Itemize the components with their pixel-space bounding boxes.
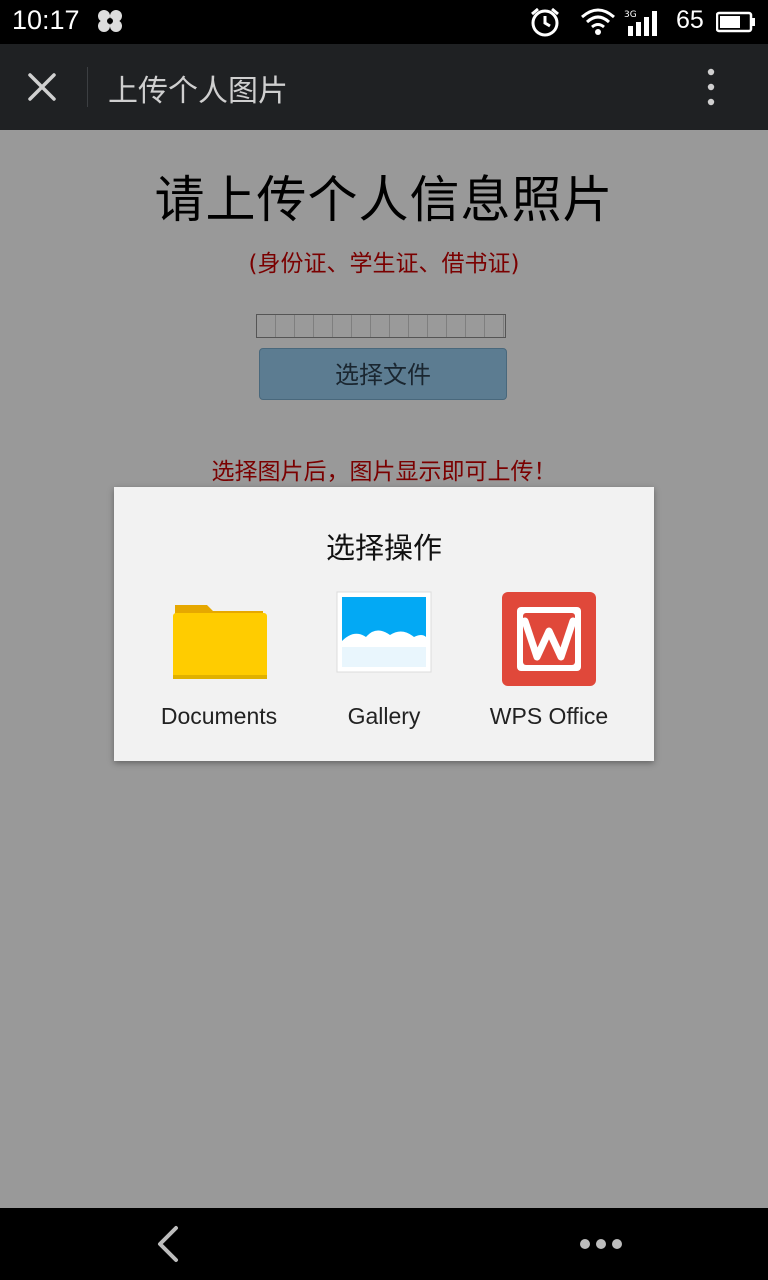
- signal-icon: 3G: [624, 10, 657, 36]
- clover-icon: [98, 10, 122, 32]
- close-icon[interactable]: [20, 65, 64, 109]
- page-title: 上传个人图片: [108, 74, 288, 109]
- wps-office-icon: [502, 592, 596, 686]
- option-label: WPS Office: [489, 703, 609, 729]
- wifi-icon: [581, 8, 615, 35]
- option-gallery[interactable]: Gallery: [304, 591, 464, 741]
- upload-subheading: (身份证、学生证、借书证): [248, 251, 520, 277]
- header-divider: [87, 67, 88, 107]
- battery-level: 65: [676, 6, 704, 34]
- more-vertical-icon[interactable]: [696, 66, 726, 108]
- upload-heading: 请上传个人信息照片: [154, 171, 614, 229]
- status-time: 10:17: [12, 5, 80, 35]
- battery-icon: [716, 11, 755, 33]
- back-arrow-icon[interactable]: [152, 1224, 184, 1264]
- network-label: 3G: [624, 10, 637, 20]
- bottom-nav: [0, 1208, 768, 1280]
- option-label: Documents: [160, 703, 278, 729]
- option-documents[interactable]: Documents: [139, 591, 299, 741]
- upload-hint: 选择图片后，图片显示即可上传！: [211, 459, 557, 485]
- option-wps-office[interactable]: WPS Office: [469, 591, 629, 741]
- file-preview-box: [256, 314, 506, 338]
- app-header: 上传个人图片: [0, 44, 768, 130]
- dialog-title: 选择操作: [325, 531, 442, 565]
- alarm-icon: [531, 7, 559, 37]
- choose-action-dialog: 选择操作 Documents Gallery WPS Office: [114, 487, 654, 761]
- gallery-icon: [336, 591, 432, 673]
- status-bar: 10:17 3G 65: [0, 0, 768, 44]
- more-dots-icon[interactable]: [578, 1236, 624, 1252]
- folder-icon: [173, 605, 267, 679]
- choose-file-button[interactable]: 选择文件: [259, 348, 507, 400]
- option-label: Gallery: [347, 703, 421, 729]
